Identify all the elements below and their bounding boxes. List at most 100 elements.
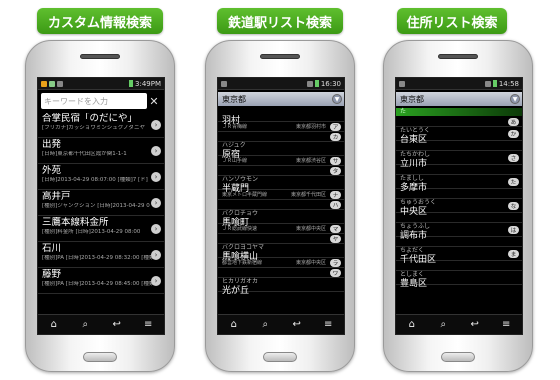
station-name[interactable]: 羽村	[218, 108, 344, 126]
ward-kana: ちょうふし	[396, 213, 522, 230]
ward-name[interactable]: 千代田区ま	[396, 247, 522, 265]
ward-name[interactable]: 台東区か	[396, 127, 522, 145]
station-name[interactable]: 光が丘	[218, 278, 344, 296]
back-icon[interactable]: ↩	[107, 319, 127, 330]
menu-icon[interactable]: ≡	[496, 319, 516, 330]
prefecture-select[interactable]: 東京都 ▼	[396, 92, 522, 106]
prefecture-select[interactable]: 東京都 ▼	[218, 92, 344, 106]
signal-icon	[484, 80, 491, 87]
index-tag[interactable]: タ	[330, 166, 341, 175]
index-tag[interactable]: さ	[508, 153, 519, 162]
search-input[interactable]: キーワードを入力	[41, 93, 147, 109]
result-list: 合掌民宿「のだにや」 [フリガナ]ガッショウミンシュクノダニヤ › 出発 [日時]東京…	[38, 112, 164, 294]
chevron-right-icon[interactable]: ›	[151, 223, 161, 234]
index-tag[interactable]: サ	[330, 156, 341, 165]
home-button[interactable]	[441, 352, 475, 362]
station-name[interactable]: 馬喰町	[218, 210, 344, 228]
item-title: 石川	[42, 243, 62, 254]
clear-icon[interactable]: ✕	[147, 95, 161, 108]
menu-icon[interactable]: ≡	[138, 319, 158, 330]
station-name[interactable]: 半蔵門	[218, 176, 344, 194]
index-tag[interactable]: ナ	[330, 190, 341, 199]
search-icon[interactable]: ⌕	[255, 319, 275, 330]
search-icon[interactable]: ⌕	[433, 319, 453, 330]
prefecture-label: 東京都	[400, 94, 424, 104]
item-title: 三鷹本線料金所	[42, 217, 109, 228]
item-title: 藤野	[42, 269, 62, 280]
index-tag[interactable]: ま	[508, 249, 519, 258]
home-button[interactable]	[83, 352, 117, 362]
list-item[interactable]: 外苑 [日時]2013-04-29 08:07:00 [種類]7 [ド] ›	[38, 164, 164, 190]
location-label: 東京都中央区	[295, 260, 326, 266]
list-item[interactable]: 高井戸 [種別]ジャンクション [日時]2013-04-29 0 ›	[38, 190, 164, 216]
index-tag[interactable]: ハ	[330, 200, 341, 209]
speaker	[80, 54, 120, 59]
line-label: 都営地下鉄新宿線	[222, 260, 263, 266]
battery-icon	[129, 80, 134, 87]
item-sub: [種別]料金所 [日時]2013-04-29 08:00	[42, 229, 141, 235]
home-button[interactable]	[263, 352, 297, 362]
phone-station-search: 16:30 東京都 ▼ 羽村 ＪＲ青梅線 東京都羽村市ア ハジュクカ 原宿 ＪＲ山手…	[205, 40, 355, 372]
index-tag[interactable]: ワ	[330, 268, 341, 277]
screen: 3:49PM キーワードを入力 ✕ 合掌民宿「のだにや」 [フリガナ]ガッショウミ…	[37, 77, 165, 335]
ward-name[interactable]: 中央区な	[396, 199, 522, 217]
station-detail: ＪＲ山手線 東京都渋谷区サ	[218, 156, 344, 166]
index-tag[interactable]: な	[508, 201, 519, 210]
home-icon[interactable]: ⌂	[224, 319, 244, 330]
menu-icon[interactable]: ≡	[318, 319, 338, 330]
line-label: ＪＲ山手線	[222, 158, 248, 164]
station-detail: ＪＲ青梅線 東京都羽村市ア	[218, 122, 344, 132]
status-bar: 16:30	[218, 78, 344, 90]
chevron-down-icon[interactable]: ▼	[332, 94, 342, 104]
location-label: 東京都羽村市	[295, 124, 326, 130]
station-kana: ヒカリガオカワ	[218, 268, 344, 285]
list-item[interactable]: 三鷹本線料金所 [種別]料金所 [日時]2013-04-29 08:00 ›	[38, 216, 164, 242]
search-row: キーワードを入力 ✕	[38, 90, 164, 112]
station-kana: バクロヨコヤマヤ	[218, 234, 344, 251]
back-icon[interactable]: ↩	[287, 319, 307, 330]
index-tag[interactable]: か	[508, 129, 519, 138]
address-list: たいとうくあ 台東区か たちかわし 立川市さ たましし 多摩市た ちゅうおうく …	[396, 117, 522, 289]
status-time: 16:30	[320, 79, 341, 88]
index-tag[interactable]: あ	[508, 117, 519, 126]
home-icon[interactable]: ⌂	[402, 319, 422, 330]
ward-kana: たちかわし	[396, 141, 522, 158]
chevron-right-icon[interactable]: ›	[151, 119, 161, 130]
usb-icon	[57, 80, 63, 87]
index-tag[interactable]: は	[508, 225, 519, 234]
chevron-right-icon[interactable]: ›	[151, 197, 161, 208]
back-icon[interactable]: ↩	[465, 319, 485, 330]
ward-name[interactable]: 多摩市た	[396, 175, 522, 193]
search-icon[interactable]: ⌕	[75, 319, 95, 330]
list-item[interactable]: 藤野 [種別]PA [日時]2013-04-29 08:45:00 [種類 ›	[38, 268, 164, 294]
chevron-down-icon[interactable]: ▼	[510, 94, 520, 104]
ward-name[interactable]: 立川市さ	[396, 151, 522, 169]
ward-name[interactable]: 豊島区	[396, 271, 522, 289]
index-tag[interactable]: ヤ	[330, 234, 341, 243]
notification-icon	[41, 80, 47, 87]
index-tag[interactable]: ラ	[330, 258, 341, 267]
home-icon[interactable]: ⌂	[44, 319, 64, 330]
index-tag[interactable]: ア	[330, 122, 341, 131]
index-tag[interactable]: た	[508, 177, 519, 186]
chevron-right-icon[interactable]: ›	[151, 249, 161, 260]
index-tag[interactable]: マ	[330, 224, 341, 233]
item-sub: [日時]東京都千代田区霞が関1-1-1	[42, 151, 127, 157]
ward-name[interactable]: 調布市は	[396, 223, 522, 241]
station-name[interactable]: 原宿	[218, 142, 344, 160]
list-item[interactable]: 合掌民宿「のだにや」 [フリガナ]ガッショウミンシュクノダニヤ ›	[38, 112, 164, 138]
line-label: ＪＲ青梅線	[222, 124, 248, 130]
index-highlight: た	[396, 108, 522, 116]
index-tag[interactable]: カ	[330, 132, 341, 141]
chevron-right-icon[interactable]: ›	[151, 145, 161, 156]
ward-label: 豊島区	[400, 279, 428, 289]
chevron-right-icon[interactable]: ›	[151, 171, 161, 182]
station-name[interactable]: 馬喰横山	[218, 244, 344, 262]
item-sub: [日時]2013-04-29 08:07:00 [種類]7 [ド]	[42, 177, 148, 183]
station-label: 光が丘	[222, 286, 250, 296]
list-item[interactable]: 石川 [種別]PA [日時]2013-04-29 08:32:00 [種類 ›	[38, 242, 164, 268]
phone-custom-search: 3:49PM キーワードを入力 ✕ 合掌民宿「のだにや」 [フリガナ]ガッショウミ…	[25, 40, 175, 372]
list-item[interactable]: 出発 [日時]東京都千代田区霞が関1-1-1 ›	[38, 138, 164, 164]
chevron-right-icon[interactable]: ›	[151, 275, 161, 286]
android-icon	[49, 80, 55, 87]
